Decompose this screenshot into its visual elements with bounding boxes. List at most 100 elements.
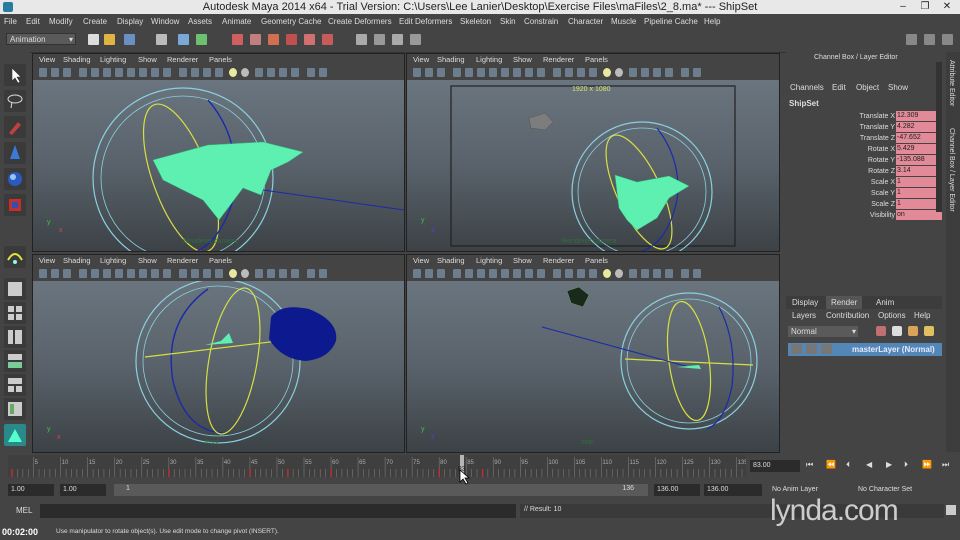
wireframe-icon[interactable]	[179, 269, 187, 278]
master-layer-row[interactable]: masterLayer (Normal)	[788, 343, 942, 356]
field-chart-icon[interactable]	[139, 269, 147, 278]
camera-select-icon[interactable]	[39, 269, 47, 278]
lasso-tool-icon[interactable]	[4, 90, 26, 112]
wireframe-icon[interactable]	[553, 68, 561, 77]
blend-mode-dropdown[interactable]: Normal ▾	[788, 326, 858, 337]
textured-icon[interactable]	[215, 68, 223, 77]
viewport-menu-renderer[interactable]: Renderer	[543, 255, 574, 267]
gate-mask-icon[interactable]	[501, 68, 509, 77]
xray-icon[interactable]	[267, 68, 275, 77]
viewport-menu-view[interactable]: View	[413, 54, 429, 66]
end-time-field[interactable]: 136.00	[704, 484, 762, 496]
xray-icon[interactable]	[267, 269, 275, 278]
menu-contribution[interactable]: Contribution	[826, 311, 869, 320]
character-set-dropdown[interactable]: No Character Set	[858, 486, 912, 493]
safe-title-icon[interactable]	[537, 68, 545, 77]
go-to-end-icon[interactable]: ⏭	[942, 460, 949, 470]
menu-layer-help[interactable]: Help	[914, 311, 930, 320]
gate-mask-icon[interactable]	[501, 269, 509, 278]
show-manipulator-icon[interactable]	[4, 246, 26, 268]
use-all-lights-icon[interactable]	[229, 269, 237, 278]
safe-action-icon[interactable]	[525, 269, 533, 278]
camera-attributes-icon[interactable]	[425, 269, 433, 278]
rotate-tool-icon[interactable]	[4, 168, 26, 190]
xray-icon[interactable]	[641, 68, 649, 77]
isolate-select-icon[interactable]	[255, 68, 263, 77]
layer-render-icon[interactable]	[908, 326, 918, 336]
hardware-texturing-icon[interactable]	[291, 68, 299, 77]
select-hierarchy-icon[interactable]	[156, 34, 167, 45]
select-component-icon[interactable]	[196, 34, 207, 45]
new-layer-selected-icon[interactable]	[892, 326, 902, 336]
step-back-key-icon[interactable]: ⏴	[846, 460, 850, 470]
time-slider[interactable]: 5 10 15 20 25 30 35 40 45 50 55 60 65 70 75 80 85 90 95 100…	[8, 455, 746, 477]
channel-row[interactable]: Scale Z1	[786, 199, 942, 210]
menu-assets[interactable]: Assets	[188, 14, 212, 30]
restore-button[interactable]: ❐	[914, 0, 936, 14]
smooth-shade-icon[interactable]	[191, 68, 199, 77]
safe-title-icon[interactable]	[163, 68, 171, 77]
use-all-lights-icon[interactable]	[603, 68, 611, 77]
viewport-persp[interactable]: View Shading Lighting Show Renderer Pane…	[32, 53, 405, 252]
menu-muscle[interactable]: Muscle	[611, 14, 636, 30]
field-chart-icon[interactable]	[513, 269, 521, 278]
tab-render[interactable]: Render	[826, 296, 863, 309]
open-scene-icon[interactable]	[104, 34, 115, 45]
snap-curve-icon[interactable]	[374, 34, 385, 45]
menu-layers[interactable]: Layers	[792, 311, 816, 320]
viewport-menu-show[interactable]: Show	[138, 54, 157, 66]
viewport-menu-show[interactable]: Show	[513, 255, 532, 267]
menu-window[interactable]: Window	[151, 14, 179, 30]
gate-mask-icon[interactable]	[127, 68, 135, 77]
menu-set-dropdown[interactable]: Animation ▾	[6, 33, 76, 45]
range-slider[interactable]: 1 136	[114, 484, 648, 496]
isolate-select-icon[interactable]	[629, 269, 637, 278]
viewport-menu-show[interactable]: Show	[138, 255, 157, 267]
anti-aliasing-icon[interactable]	[693, 68, 701, 77]
snap-grid-icon[interactable]	[356, 34, 367, 45]
four-pane-layout-icon[interactable]	[4, 302, 26, 324]
render-frame-icon[interactable]	[906, 34, 917, 45]
menu-geometry-cache[interactable]: Geometry Cache	[261, 14, 321, 30]
bookmarks-icon[interactable]	[437, 269, 445, 278]
viewport-menu-renderer[interactable]: Renderer	[543, 54, 574, 66]
wireframe-on-shaded-icon[interactable]	[203, 269, 211, 278]
film-gate-icon[interactable]	[477, 269, 485, 278]
menu-modify[interactable]: Modify	[49, 14, 73, 30]
gate-mask-icon[interactable]	[127, 269, 135, 278]
scale-tool-icon[interactable]	[4, 194, 26, 216]
channel-box-toggle-icon[interactable]	[942, 34, 953, 45]
step-back-frame-icon[interactable]: ⏪	[826, 460, 836, 469]
playback-start-field[interactable]: 1.00	[60, 484, 106, 496]
ambient-occlusion-icon[interactable]	[307, 68, 315, 77]
wireframe-on-shaded-icon[interactable]	[577, 269, 585, 278]
ambient-occlusion-icon[interactable]	[681, 68, 689, 77]
image-plane-icon[interactable]	[79, 68, 87, 77]
channel-box-tab[interactable]: Channel Box / Layer Editor	[948, 128, 955, 212]
menu-create-deformers[interactable]: Create Deformers	[328, 14, 392, 30]
menu-edit[interactable]: Edit	[26, 14, 40, 30]
channel-row[interactable]: Visibility on	[786, 210, 942, 221]
layer-check-icon[interactable]	[791, 344, 802, 354]
select-tool-icon[interactable]	[4, 64, 26, 86]
menu-help[interactable]: Help	[704, 14, 720, 30]
shadows-icon[interactable]	[241, 68, 249, 77]
outliner-layout-icon[interactable]	[4, 398, 26, 420]
hardware-texturing-icon[interactable]	[665, 269, 673, 278]
bookmarks-icon[interactable]	[63, 68, 71, 77]
anti-aliasing-icon[interactable]	[693, 269, 701, 278]
viewport-menu-panels[interactable]: Panels	[585, 54, 608, 66]
close-button[interactable]: ✕	[936, 0, 958, 14]
step-forward-key-icon[interactable]: ⏵	[904, 460, 908, 470]
field-chart-icon[interactable]	[139, 68, 147, 77]
menu-animate[interactable]: Animate	[222, 14, 251, 30]
menu-edit-deformers[interactable]: Edit Deformers	[399, 14, 452, 30]
single-pane-layout-icon[interactable]	[4, 278, 26, 300]
xray-joints-icon[interactable]	[653, 68, 661, 77]
menu-constrain[interactable]: Constrain	[524, 14, 558, 30]
channel-row[interactable]: Translate Y 4.282	[786, 122, 942, 133]
menu-object[interactable]: Object	[856, 83, 879, 92]
safe-action-icon[interactable]	[151, 68, 159, 77]
channel-row[interactable]: Rotate X 5.429	[786, 144, 942, 155]
channel-row[interactable]: Rotate Z 3.14	[786, 166, 942, 177]
